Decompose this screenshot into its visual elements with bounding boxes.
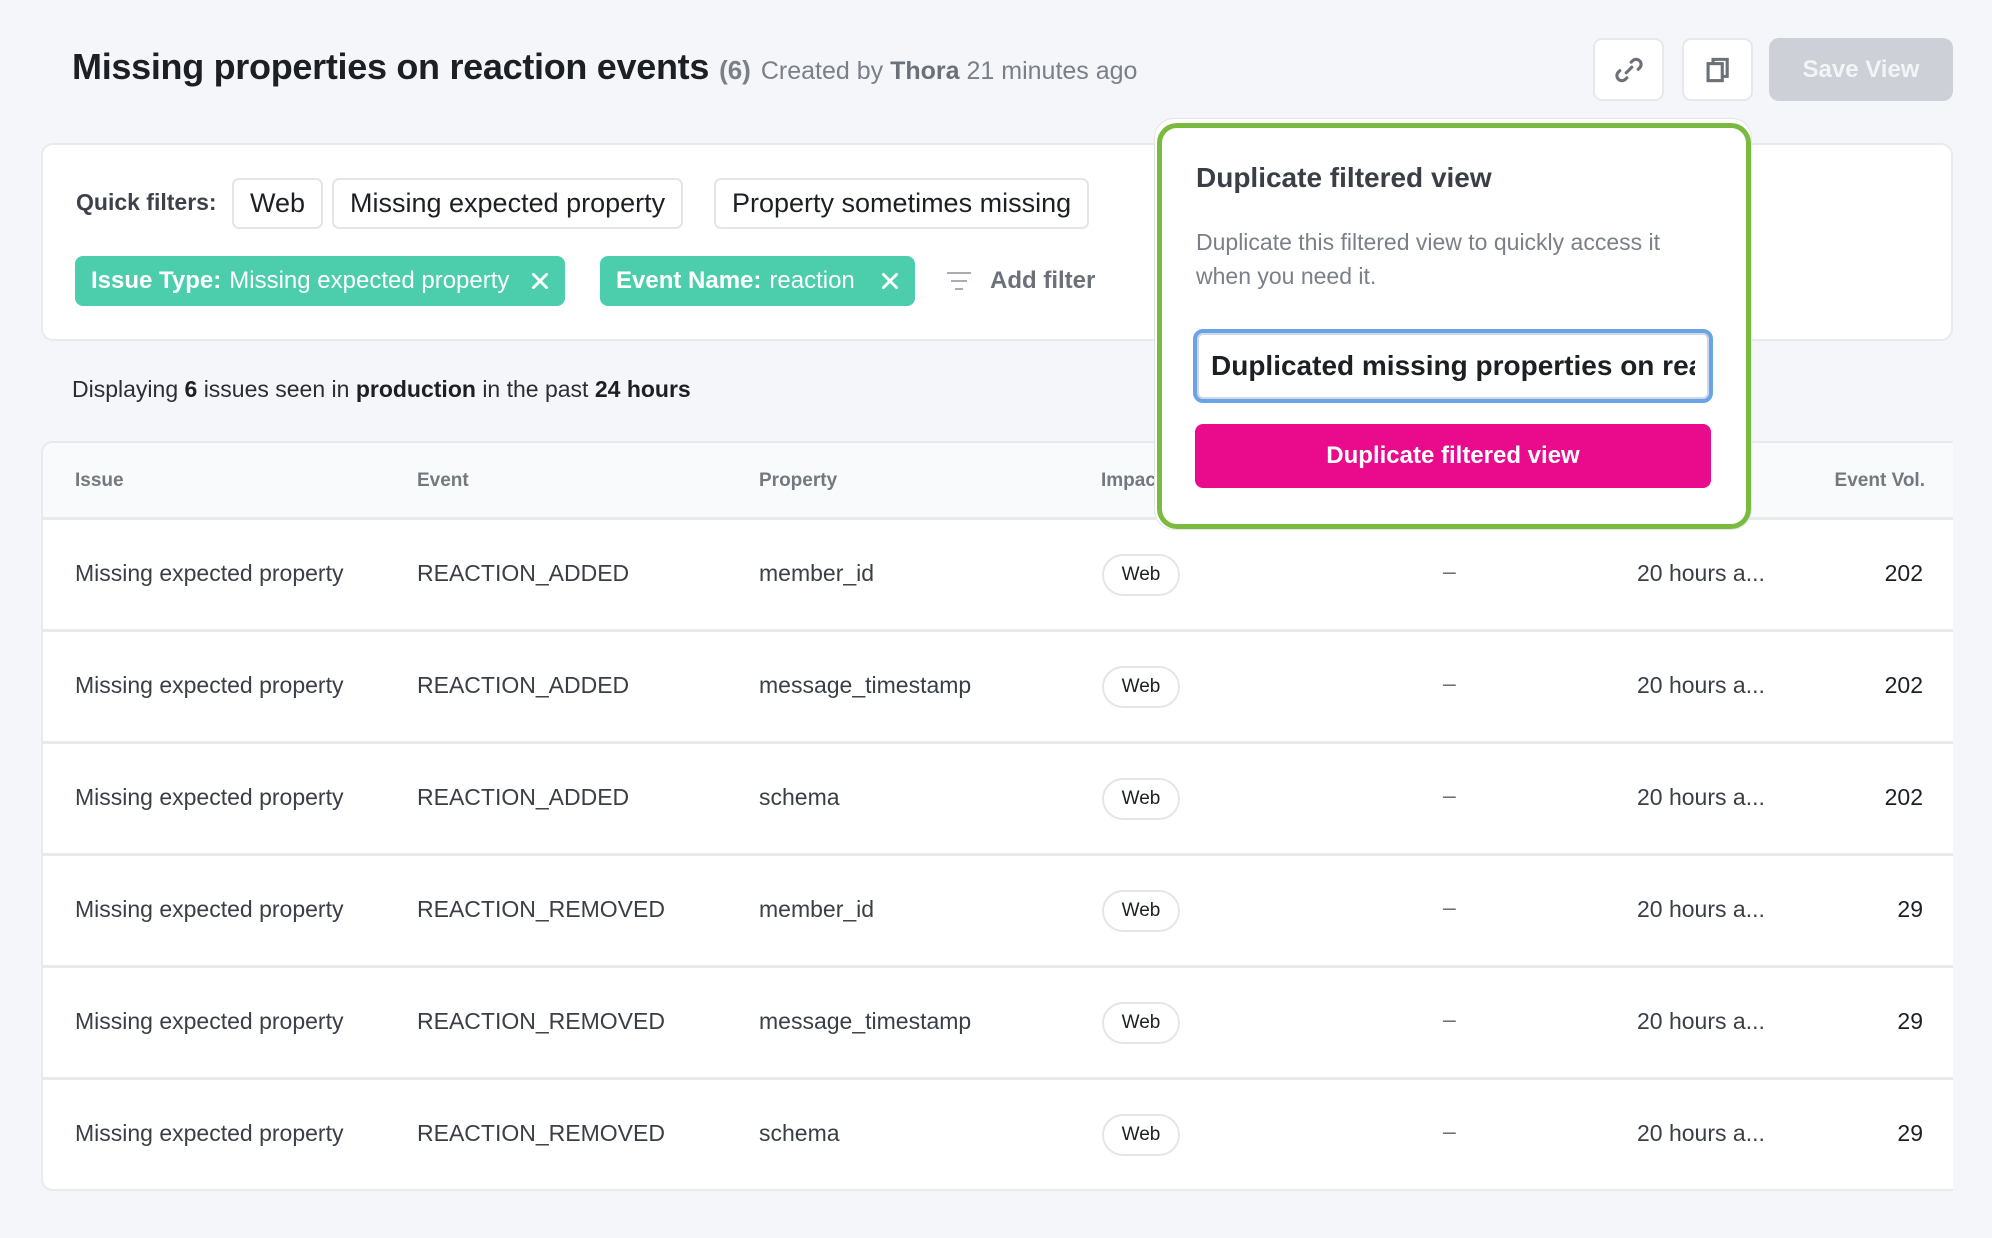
issue-cell: Missing expected property	[75, 672, 344, 698]
summary-count: 6	[184, 376, 198, 402]
copy-icon	[1706, 57, 1729, 82]
property-cell: member_id	[759, 560, 875, 586]
table-row[interactable]: Missing expected property REACTION_REMOVE…	[43, 968, 1953, 1080]
issue-cell: Missing expected property	[75, 896, 344, 922]
active-filter-issue-type[interactable]: Issue Type: Missing expected property	[75, 256, 566, 306]
event-volume-cell: 29	[1897, 1008, 1923, 1034]
table-row[interactable]: Missing expected property REACTION_ADDED m…	[43, 632, 1953, 744]
filter-key: Issue Type:	[91, 267, 222, 294]
active-filter-event-name[interactable]: Event Name: reaction	[600, 256, 915, 306]
close-icon[interactable]	[529, 270, 551, 292]
results-summary: Displaying 6 issues seen in production i…	[72, 376, 691, 403]
event-cell: REACTION_REMOVED	[417, 1008, 665, 1034]
impact-badge: Web	[1102, 890, 1180, 932]
property-cell: message_timestamp	[759, 1008, 972, 1034]
quick-filter-web[interactable]: Web	[232, 178, 324, 229]
column-header-impact[interactable]: Impac	[1101, 470, 1156, 492]
event-volume-cell: 29	[1897, 1120, 1923, 1146]
filter-icon	[947, 272, 971, 290]
event-cell: REACTION_ADDED	[417, 672, 630, 698]
quick-filter-missing-expected-property[interactable]: Missing expected property	[332, 178, 684, 229]
last-seen-cell: 20 hours a...	[1637, 560, 1765, 586]
add-filter-label: Add filter	[990, 267, 1096, 294]
table-row[interactable]: Missing expected property REACTION_REMOVE…	[43, 856, 1953, 968]
summary-environment: production	[355, 376, 476, 402]
link-icon	[1614, 57, 1643, 82]
empty-cell: –	[1443, 894, 1456, 920]
popover-description: Duplicate this filtered view to quickly …	[1196, 229, 1661, 289]
view-name-input[interactable]	[1193, 329, 1713, 403]
created-prefix: Created by	[760, 57, 884, 85]
event-cell: REACTION_ADDED	[417, 784, 630, 810]
impact-badge: Web	[1102, 1002, 1180, 1044]
event-cell: REACTION_ADDED	[417, 560, 630, 586]
table-row[interactable]: Missing expected property REACTION_ADDED m…	[43, 520, 1953, 632]
property-cell: message_timestamp	[759, 672, 972, 698]
save-view-button[interactable]: Save View	[1769, 38, 1953, 101]
impact-badge: Web	[1102, 778, 1180, 820]
column-header-event[interactable]: Event	[417, 470, 469, 492]
last-seen-cell: 20 hours a...	[1637, 784, 1765, 810]
table-row[interactable]: Missing expected property REACTION_REMOVE…	[43, 1080, 1953, 1189]
summary-text: issues seen in	[203, 376, 350, 402]
event-volume-cell: 202	[1884, 672, 1923, 698]
issue-cell: Missing expected property	[75, 1120, 344, 1146]
empty-cell: –	[1443, 670, 1456, 696]
property-cell: schema	[759, 784, 840, 810]
add-filter-button[interactable]: Add filter	[946, 256, 1095, 306]
impact-badge: Web	[1102, 666, 1180, 708]
duplicate-view-popover: Duplicate filtered view Duplicate this f…	[1154, 118, 1752, 530]
filter-value: Missing expected property	[229, 267, 510, 294]
property-cell: member_id	[759, 896, 875, 922]
issue-cell: Missing expected property	[75, 560, 344, 586]
filter-key: Event Name:	[616, 267, 762, 294]
event-volume-cell: 202	[1884, 560, 1923, 586]
last-seen-cell: 20 hours a...	[1637, 1120, 1765, 1146]
last-seen-cell: 20 hours a...	[1637, 896, 1765, 922]
column-header-event-volume[interactable]: Event Vol.	[1835, 470, 1925, 492]
last-seen-cell: 20 hours a...	[1637, 672, 1765, 698]
last-seen-cell: 20 hours a...	[1637, 1008, 1765, 1034]
quick-filter-property-sometimes-missing[interactable]: Property sometimes missing	[714, 178, 1090, 229]
column-header-issue[interactable]: Issue	[75, 470, 124, 492]
issue-count: (6)	[719, 55, 751, 85]
event-cell: REACTION_REMOVED	[417, 1120, 665, 1146]
issue-cell: Missing expected property	[75, 1008, 344, 1034]
close-icon[interactable]	[879, 270, 901, 292]
copy-link-button[interactable]	[1593, 38, 1664, 101]
popover-title: Duplicate filtered view	[1196, 162, 1492, 193]
view-title: Missing properties on reaction events	[72, 46, 710, 87]
created-time: 21 minutes ago	[966, 57, 1138, 85]
summary-prefix: Displaying	[72, 376, 179, 402]
summary-text: in the past	[482, 376, 589, 402]
column-header-property[interactable]: Property	[759, 470, 837, 492]
table-row[interactable]: Missing expected property REACTION_ADDED s…	[43, 744, 1953, 856]
duplicate-filtered-view-button[interactable]: Duplicate filtered view	[1195, 424, 1711, 488]
event-cell: REACTION_REMOVED	[417, 896, 665, 922]
empty-cell: –	[1443, 558, 1456, 584]
issues-table: Issue Event Property Impac Event Vol. Mi…	[41, 441, 1953, 1191]
quick-filters-label: Quick filters:	[76, 189, 217, 215]
property-cell: schema	[759, 1120, 840, 1146]
filter-value: reaction	[769, 267, 855, 294]
event-volume-cell: 202	[1884, 784, 1923, 810]
issue-cell: Missing expected property	[75, 784, 344, 810]
empty-cell: –	[1443, 1006, 1456, 1032]
empty-cell: –	[1443, 1118, 1456, 1144]
empty-cell: –	[1443, 782, 1456, 808]
summary-period: 24 hours	[594, 376, 691, 402]
duplicate-view-button[interactable]	[1682, 38, 1753, 101]
created-info: Created by Thora 21 minutes ago	[761, 57, 1138, 86]
impact-badge: Web	[1102, 554, 1180, 596]
impact-badge: Web	[1102, 1114, 1180, 1156]
event-volume-cell: 29	[1897, 896, 1923, 922]
creator-name: Thora	[890, 57, 960, 85]
page-title: Missing properties on reaction events (6…	[72, 46, 1137, 96]
